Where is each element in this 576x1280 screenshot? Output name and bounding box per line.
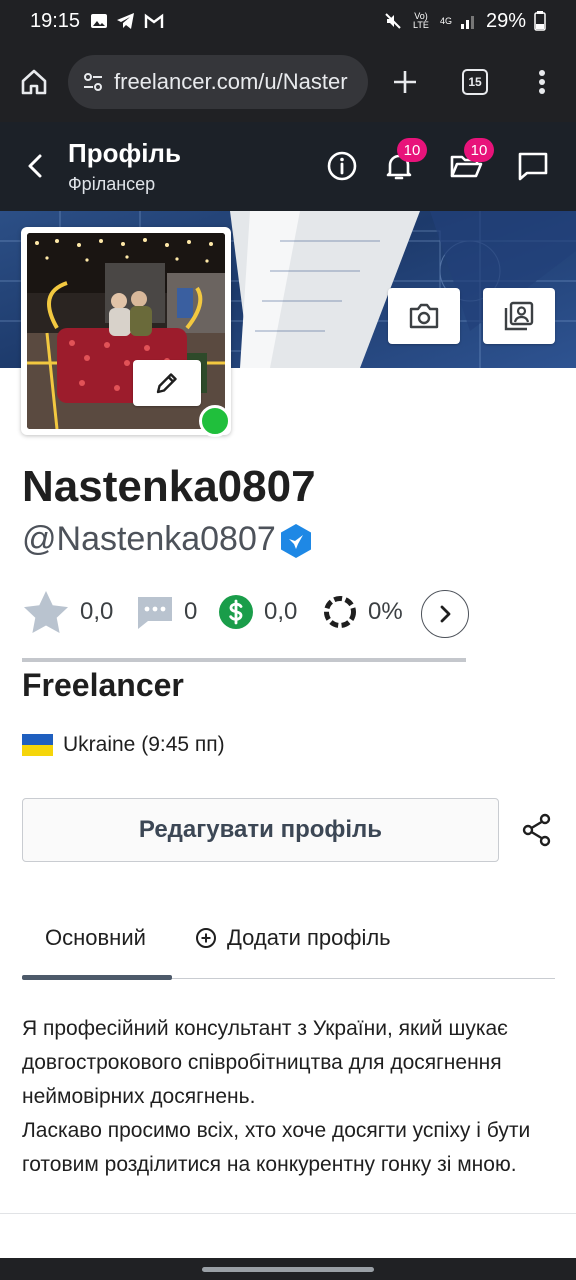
dollar-icon [219,595,253,629]
page-title: Профіль [68,138,181,168]
home-gesture-handle[interactable] [202,1267,374,1272]
profile-location: Ukraine (9:45 пп) [22,733,225,757]
telegram-icon [117,13,135,29]
about-paragraph-2: Ласкаво просимо всіх, хто хоче досягти у… [22,1119,531,1176]
ukraine-flag-icon [22,734,53,756]
system-nav-bar [0,1258,576,1280]
edit-profile-button[interactable]: Редагувати профіль [22,798,499,862]
pencil-icon [156,373,177,394]
profile-username: Nastenka0807 [22,462,316,511]
location-text: Ukraine (9:45 пп) [63,733,225,756]
stat-rating: 0,0 [22,588,113,636]
tab-add-profile[interactable]: Додати профіль [195,925,391,951]
camera-icon [409,303,439,329]
edit-photo-button[interactable] [133,360,201,406]
profile-handle: @Nastenka0807 [22,520,276,558]
section-divider [22,658,466,662]
reviews-icon [138,597,172,629]
profile-type-title: Freelancer [22,667,184,703]
browser-toolbar: freelancer.com/u/Naster 15 [0,42,576,122]
plus-icon [394,71,416,93]
bottom-separator [0,1213,576,1214]
address-bar[interactable]: freelancer.com/u/Naster [68,55,368,109]
info-icon[interactable] [324,148,360,184]
online-status-indicator [199,405,231,437]
signal-icon [460,16,474,29]
back-arrow-icon[interactable] [20,148,50,184]
add-circle-icon [196,928,216,948]
tab-switcher-button[interactable]: 15 [455,62,495,102]
tab-add-profile-label: Додати профіль [227,925,391,950]
site-settings-icon[interactable] [82,71,104,93]
status-time: 19:15 [30,9,81,32]
profile-about: Я професійний консультант з України, яки… [22,1012,558,1182]
notifications-button[interactable]: 10 [381,138,427,184]
mute-icon [385,13,401,29]
more-vert-icon [539,70,545,94]
app-header: Профіль Фрілансер 10 10 [0,122,576,211]
profile-tabs: Основний Додати профіль [22,905,555,980]
chevron-right-icon [440,605,451,623]
home-icon [21,69,47,95]
projects-button[interactable]: 10 [448,138,494,184]
messages-icon[interactable] [515,148,551,184]
status-bar: 19:15 Vo) LTE 4G 29% [0,0,576,42]
stat-earnings: 0,0 [218,588,297,636]
more-stats-button[interactable] [421,590,469,638]
earnings-value: 0,0 [264,598,298,625]
active-tab-indicator [22,974,172,980]
portrait-gallery-icon [504,301,534,331]
browser-menu-button[interactable] [522,62,562,102]
page-subtitle: Фрілансер [68,174,156,194]
projects-badge: 10 [464,138,494,162]
about-paragraph-1: Я професійний консультант з України, яки… [22,1017,508,1108]
rating-value: 0,0 [80,598,114,625]
tab-count: 15 [462,69,488,95]
completion-value: 0% [368,598,403,625]
volte-indicator: Vo) LTE [413,11,429,30]
new-tab-button[interactable] [385,62,425,102]
url-text: freelancer.com/u/Naster [114,69,348,94]
reviews-count: 0 [184,598,198,625]
home-button[interactable] [14,62,54,102]
profile-stats: 0,0 0 0,0 0% [22,588,482,636]
gmail-icon [144,13,164,28]
battery-icon [534,11,546,31]
change-cover-button[interactable] [388,288,460,344]
tab-main-label: Основний [45,925,146,950]
verified-badge-icon[interactable] [279,523,313,559]
gallery-icon [91,14,108,28]
stat-reviews: 0 [136,588,197,636]
stat-completion: 0% [322,588,403,636]
cover-gallery-button[interactable] [483,288,555,344]
completion-ring-icon [324,596,356,628]
network-indicator: 4G [439,15,452,26]
share-icon[interactable] [520,812,554,848]
notifications-badge: 10 [397,138,427,162]
battery-percent: 29% [485,9,526,32]
star-icon [24,591,68,633]
tab-main[interactable]: Основний [45,925,146,951]
